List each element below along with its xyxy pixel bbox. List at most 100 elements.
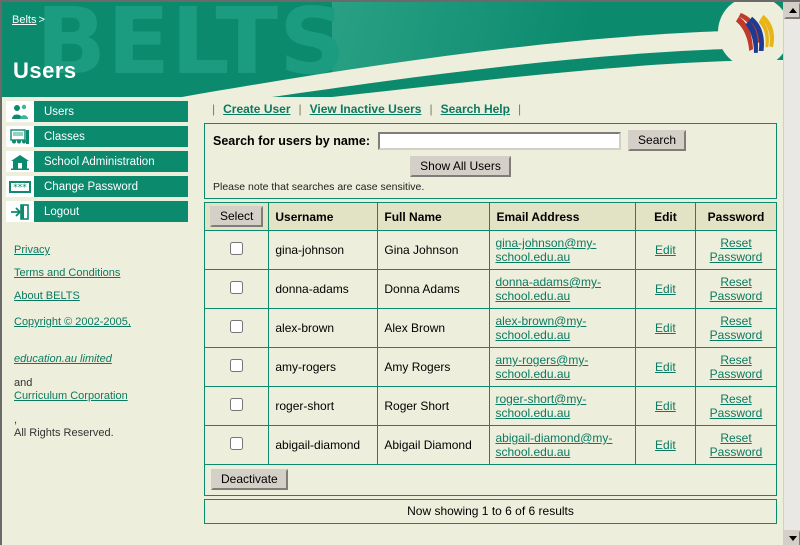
view-inactive-users-link[interactable]: View Inactive Users	[310, 102, 422, 116]
edit-link[interactable]: Edit	[655, 399, 676, 413]
show-all-row: Show All Users	[145, 151, 776, 180]
breadcrumb-link-belts[interactable]: Belts	[12, 14, 36, 26]
reset-password-link[interactable]: Reset Password	[710, 314, 763, 342]
reset-password-link[interactable]: Reset Password	[710, 275, 763, 303]
row-select-cell	[203, 230, 270, 270]
scroll-up-arrow-icon	[788, 8, 797, 13]
edit-link[interactable]: Edit	[655, 282, 676, 296]
search-row: Search for users by name: Search	[205, 124, 776, 151]
link-divider: |	[298, 102, 302, 116]
cell-full-name: Roger Short	[377, 386, 491, 426]
cell-edit: Edit	[634, 386, 697, 426]
users-table-body: gina-johnson Gina Johnson gina-johnson@m…	[203, 230, 777, 465]
school-icon	[6, 151, 34, 172]
link-terms-and-conditions[interactable]: Terms and Conditions	[14, 267, 194, 279]
edit-link[interactable]: Edit	[655, 243, 676, 257]
cell-edit: Edit	[634, 425, 697, 465]
password-icon: ***	[6, 176, 34, 197]
sidebar-item-users[interactable]: Users	[6, 101, 188, 122]
row-checkbox[interactable]	[230, 359, 244, 372]
row-checkbox[interactable]	[230, 437, 244, 450]
edit-link[interactable]: Edit	[655, 360, 676, 374]
cell-password: Reset Password	[695, 386, 777, 426]
sidebar-item-logout[interactable]: Logout	[6, 201, 188, 222]
cell-password: Reset Password	[695, 347, 777, 387]
show-all-users-button[interactable]: Show All Users	[410, 156, 511, 177]
row-checkbox[interactable]	[230, 398, 244, 411]
email-link[interactable]: alex-brown@my-school.edu.au	[495, 314, 586, 342]
reset-password-link[interactable]: Reset Password	[710, 353, 763, 381]
create-user-link[interactable]: Create User	[223, 102, 290, 116]
breadcrumb: Belts >	[12, 14, 45, 26]
row-checkbox[interactable]	[230, 320, 244, 333]
cell-email: donna-adams@my-school.edu.au	[489, 269, 636, 309]
cell-full-name: Amy Rogers	[377, 347, 491, 387]
select-column-header: Select	[203, 202, 270, 231]
copyright-link-education-au[interactable]: education.au limited	[14, 353, 184, 366]
copyright-text: Copyright © 2002-2005, education.au limi…	[14, 316, 184, 440]
reset-password-link[interactable]: Reset Password	[710, 392, 763, 420]
cell-full-name: Gina Johnson	[377, 230, 491, 270]
header-swoosh-graphic	[182, 2, 785, 97]
search-label: Search for users by name:	[213, 133, 371, 148]
row-checkbox[interactable]	[230, 281, 244, 294]
classes-icon	[6, 126, 34, 147]
link-privacy[interactable]: Privacy	[14, 244, 194, 256]
cell-email: gina-johnson@my-school.edu.au	[489, 230, 636, 270]
sidebar-item-label: Change Password	[44, 180, 138, 193]
email-link[interactable]: abigail-diamond@my-school.edu.au	[495, 431, 612, 459]
browser-viewport: BELTS Belts > Users Users Classes School…	[0, 0, 800, 545]
column-header-email-address: Email Address	[489, 202, 636, 231]
cell-password: Reset Password	[695, 269, 777, 309]
table-row: amy-rogers Amy Rogers amy-rogers@my-scho…	[203, 347, 777, 387]
search-input[interactable]	[378, 131, 622, 150]
copyright-link-curriculum-corporation[interactable]: Curriculum Corporation	[14, 390, 184, 403]
edit-link[interactable]: Edit	[655, 321, 676, 335]
email-link[interactable]: gina-johnson@my-school.edu.au	[495, 236, 596, 264]
search-button[interactable]: Search	[628, 130, 687, 151]
deactivate-button[interactable]: Deactivate	[211, 469, 288, 490]
scroll-down-button[interactable]	[784, 530, 800, 545]
row-checkbox[interactable]	[230, 242, 244, 255]
users-table-wrap: Select Username Full Name Email Address …	[203, 202, 777, 496]
copyright-line-1[interactable]: Copyright © 2002-2005,	[14, 316, 184, 329]
scroll-down-arrow-icon	[788, 536, 797, 541]
table-row: donna-adams Donna Adams donna-adams@my-s…	[203, 269, 777, 309]
column-header-username: Username	[268, 202, 379, 231]
search-button-wrap: Search	[628, 130, 687, 151]
email-link[interactable]: amy-rogers@my-school.edu.au	[495, 353, 588, 381]
reset-password-link[interactable]: Reset Password	[710, 236, 763, 264]
sidebar-item-label: Classes	[44, 130, 85, 143]
search-help-link[interactable]: Search Help	[441, 102, 510, 116]
users-icon	[6, 101, 34, 122]
search-panel: Search for users by name: Search Show Al…	[204, 123, 777, 199]
cell-username: donna-adams	[268, 269, 379, 309]
email-link[interactable]: roger-short@my-school.edu.au	[495, 392, 586, 420]
main-content: | Create User | View Inactive Users | Se…	[198, 97, 785, 545]
cell-username: alex-brown	[268, 308, 379, 348]
link-about-belts[interactable]: About BELTS	[14, 290, 194, 302]
copyright-line-3-suffix: ,	[14, 414, 18, 426]
cell-username: gina-johnson	[268, 230, 379, 270]
reset-password-link[interactable]: Reset Password	[710, 431, 763, 459]
cell-username: abigail-diamond	[268, 425, 379, 465]
edit-link[interactable]: Edit	[655, 438, 676, 452]
scroll-up-button[interactable]	[784, 2, 800, 19]
email-link[interactable]: donna-adams@my-school.edu.au	[495, 275, 601, 303]
select-button[interactable]: Select	[210, 206, 264, 227]
table-row: gina-johnson Gina Johnson gina-johnson@m…	[203, 230, 777, 270]
logout-icon	[6, 201, 34, 222]
cell-edit: Edit	[634, 308, 697, 348]
cell-full-name: Abigail Diamond	[377, 425, 491, 465]
vertical-scrollbar[interactable]	[783, 2, 800, 545]
breadcrumb-separator: >	[38, 14, 45, 26]
column-header-password: Password	[695, 202, 777, 231]
cell-password: Reset Password	[695, 308, 777, 348]
row-select-cell	[203, 425, 270, 465]
copyright-line-2-suffix: and	[14, 377, 33, 389]
cell-email: abigail-diamond@my-school.edu.au	[489, 425, 636, 465]
cell-email: roger-short@my-school.edu.au	[489, 386, 636, 426]
sidebar-item-classes[interactable]: Classes	[6, 126, 188, 147]
search-note: Please note that searches are case sensi…	[213, 181, 425, 193]
sidebar-footer: Privacy Terms and Conditions About BELTS…	[14, 244, 194, 440]
